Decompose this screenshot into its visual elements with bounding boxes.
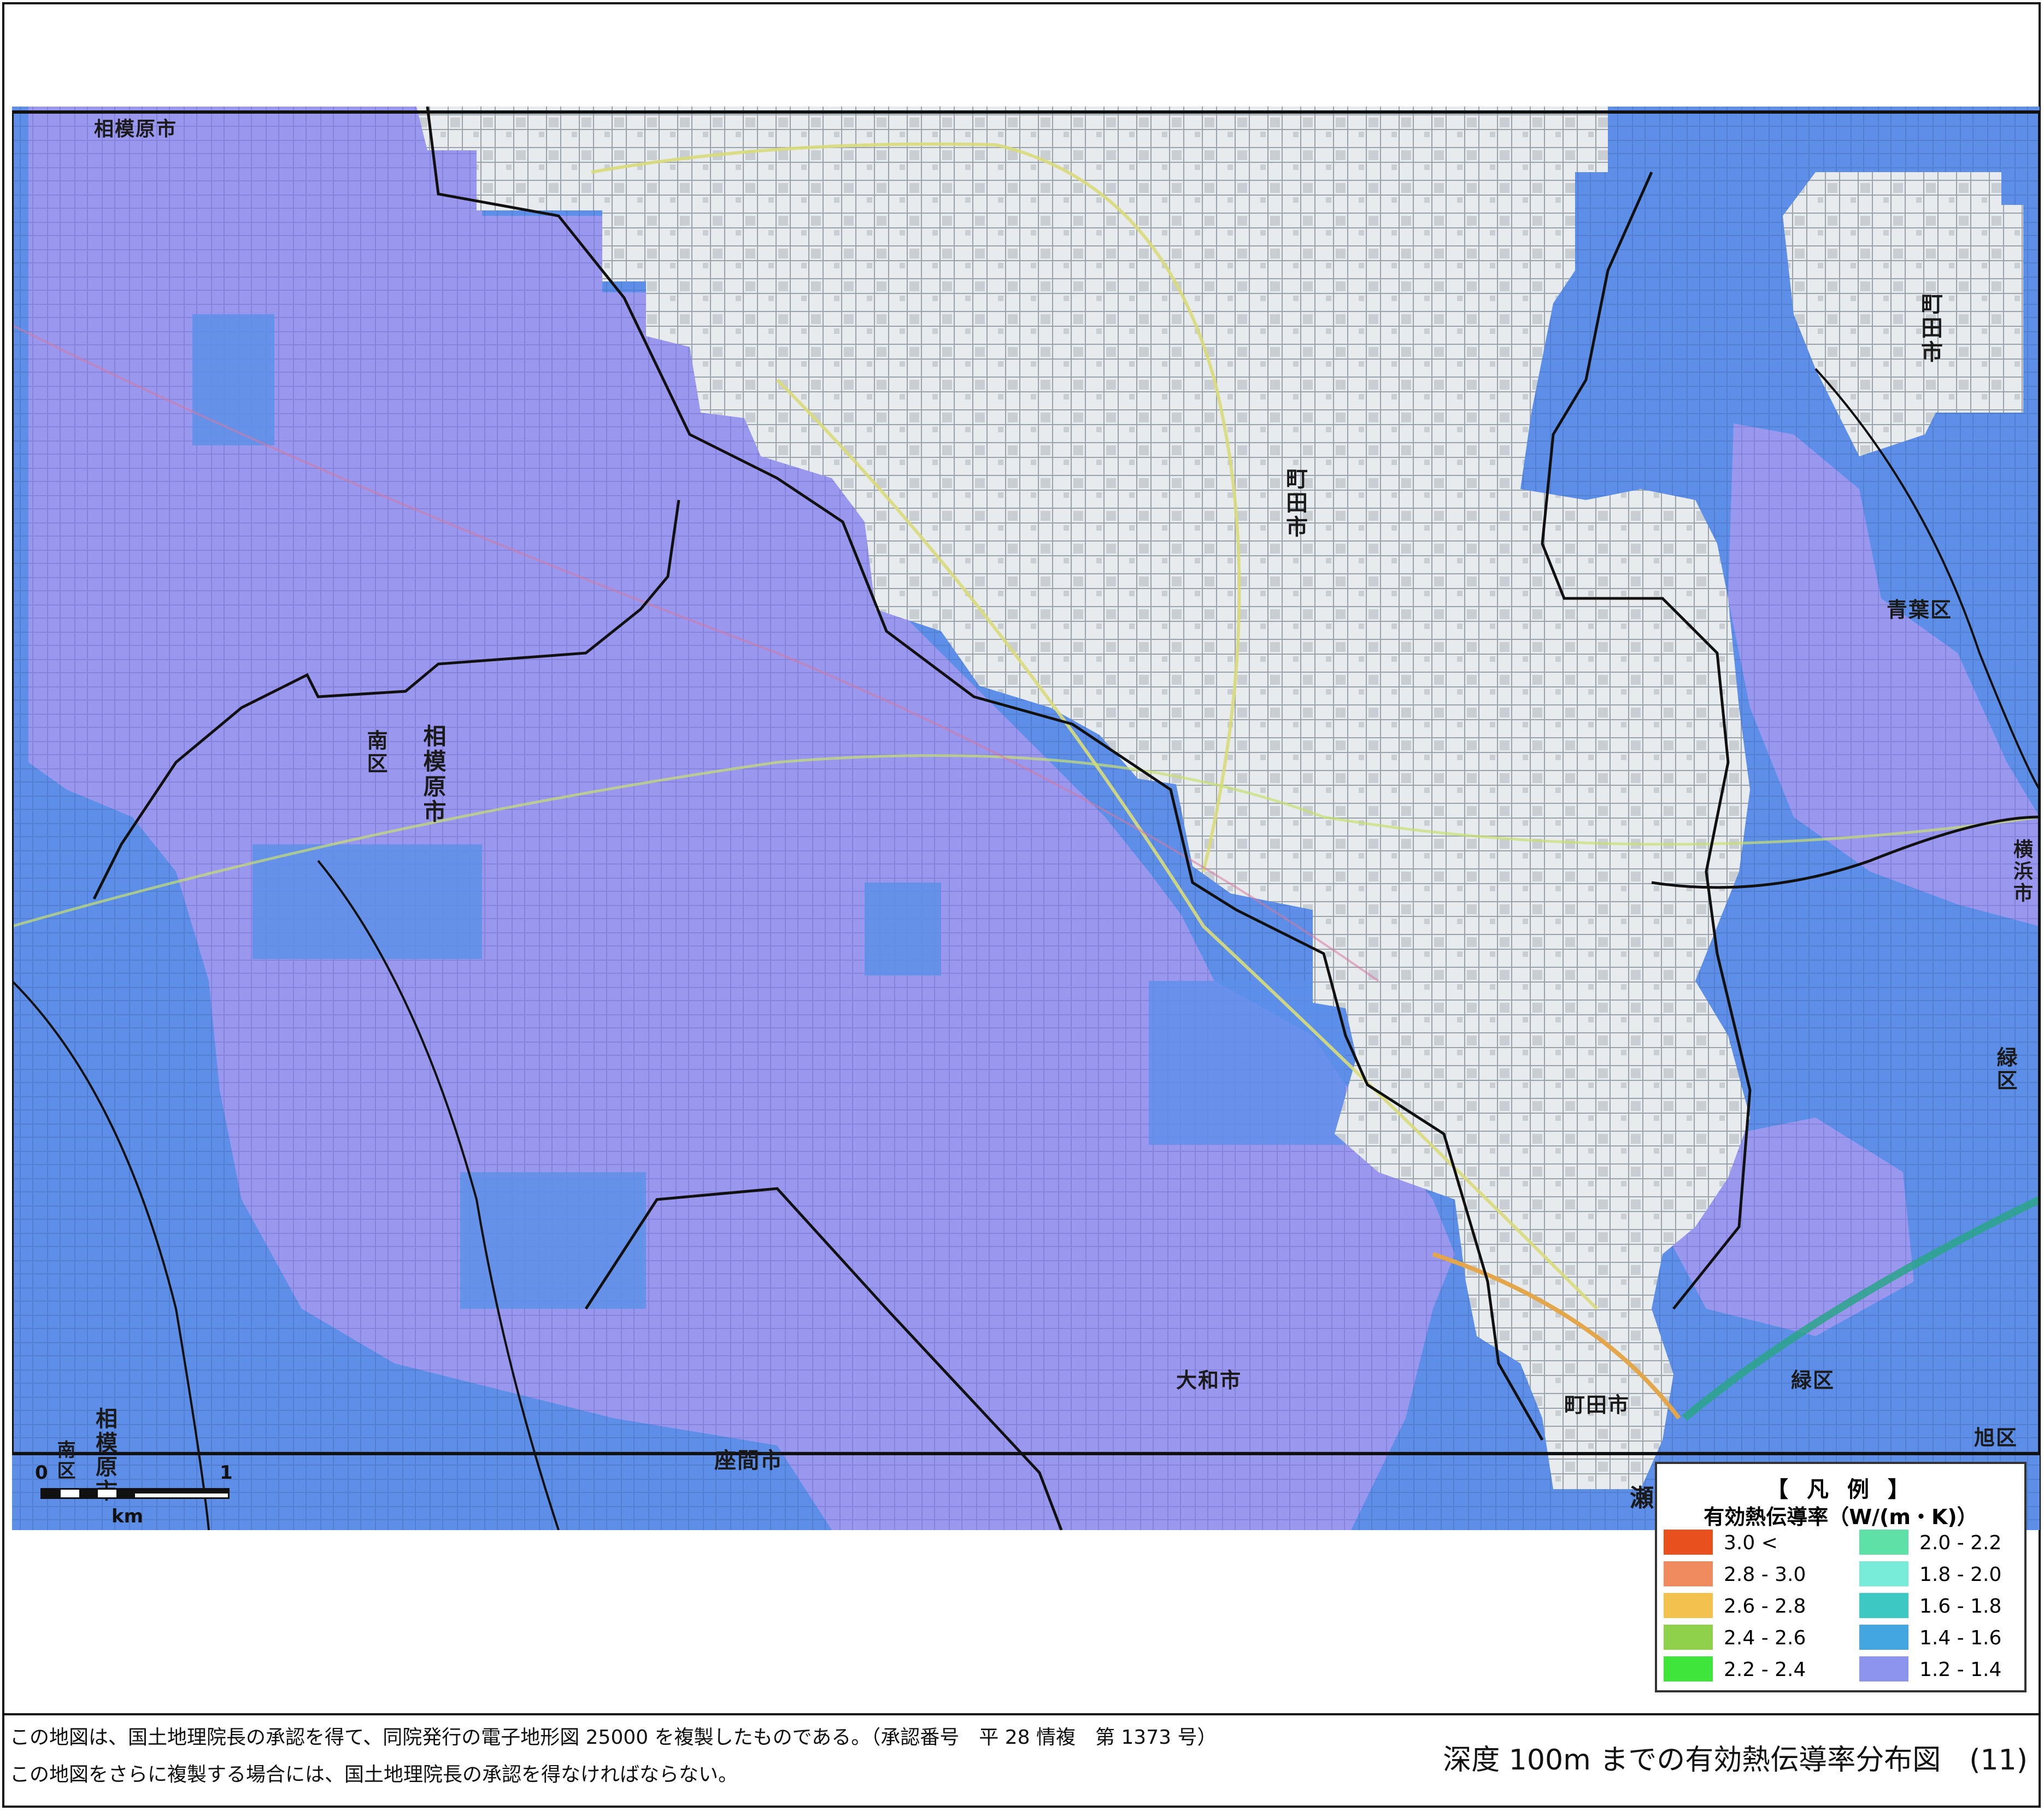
scale-bar <box>40 1488 230 1499</box>
copyright-note-line1: この地図は、国土地理院長の承認を得て、同院発行の電子地形図 25000 を複製し… <box>10 1726 1217 1749</box>
legend-label: 1.6 - 1.8 <box>1919 1595 2002 1618</box>
legend-swatch <box>1664 1530 1713 1555</box>
label-aoba-ku: 青葉区 <box>1887 598 1953 622</box>
legend: 【 凡 例 】 有効熱伝導率（W/(m・K)） 3.0 < 2.8 - 3.0 … <box>1655 1462 2027 1692</box>
scale-end-label: 1 <box>220 1462 233 1484</box>
legend-label: 1.4 - 1.6 <box>1919 1627 2002 1649</box>
label-minami-ku: 南区 <box>363 730 387 775</box>
footer-divider <box>2 1713 2041 1715</box>
label-sagamihara-mid: 相模原市 <box>420 724 447 825</box>
legend-swatch <box>1859 1561 1908 1586</box>
scale-unit-label: km <box>111 1506 144 1527</box>
legend-label: 3.0 < <box>1724 1532 1778 1554</box>
legend-swatch <box>1859 1530 1908 1555</box>
blue-patch <box>460 1172 646 1309</box>
label-machida-center: 町田市 <box>1282 467 1307 539</box>
legend-label: 2.8 - 3.0 <box>1724 1563 1806 1586</box>
legend-title: 【 凡 例 】 <box>1766 1477 1915 1502</box>
label-machida-right: 町田市 <box>1917 292 1942 364</box>
legend-label: 1.2 - 1.4 <box>1919 1659 2002 1681</box>
map-area[interactable]: 相模原市 南区 相模原市 町田市 町田市 青葉区 横浜市 緑区 緑区 大和市 町… <box>12 107 2040 1530</box>
label-midori-ku-right: 緑区 <box>1993 1046 2017 1092</box>
blue-patch <box>865 883 941 975</box>
legend-swatch <box>1664 1593 1713 1618</box>
label-minami-ku-bottom: 南区 <box>54 1440 75 1481</box>
legend-swatch <box>1664 1625 1713 1650</box>
copyright-note-line2: この地図をさらに複製する場合には、国土地理院長の承認を得なければならない。 <box>10 1763 738 1786</box>
scale-start-label: 0 <box>35 1462 48 1484</box>
legend-label: 1.8 - 2.0 <box>1919 1563 2002 1586</box>
legend-label: 2.0 - 2.2 <box>1919 1532 2002 1554</box>
label-sagamihara-top: 相模原市 <box>94 118 178 140</box>
label-yokohama-shi: 横浜市 <box>2010 839 2033 904</box>
label-asahi-ku: 旭区 <box>1974 1426 2018 1450</box>
legend-swatch <box>1859 1593 1908 1618</box>
label-yamato-shi: 大和市 <box>1176 1368 1242 1392</box>
legend-label: 2.6 - 2.8 <box>1724 1595 1806 1618</box>
legend-label: 2.4 - 2.6 <box>1724 1627 1806 1649</box>
legend-swatch <box>1859 1656 1908 1681</box>
label-midori-ku-bottom: 緑区 <box>1791 1368 1835 1392</box>
label-seya: 瀬 <box>1630 1484 1655 1512</box>
blue-patch <box>252 844 482 959</box>
label-zama-shi: 座間市 <box>714 1448 783 1473</box>
map-canvas <box>12 107 2040 1530</box>
blue-patch <box>1149 981 1346 1145</box>
map-title: 深度 100m までの有効熱伝導率分布図 (11) <box>1443 1744 2028 1777</box>
legend-swatch <box>1664 1561 1713 1586</box>
label-machida-bottom: 町田市 <box>1564 1393 1630 1417</box>
legend-swatch <box>1664 1656 1713 1681</box>
blue-patch <box>192 314 274 445</box>
legend-subtitle: 有効熱伝導率（W/(m・K)） <box>1704 1505 1978 1529</box>
legend-label: 2.2 - 2.4 <box>1724 1659 1806 1681</box>
legend-swatch <box>1859 1625 1908 1650</box>
